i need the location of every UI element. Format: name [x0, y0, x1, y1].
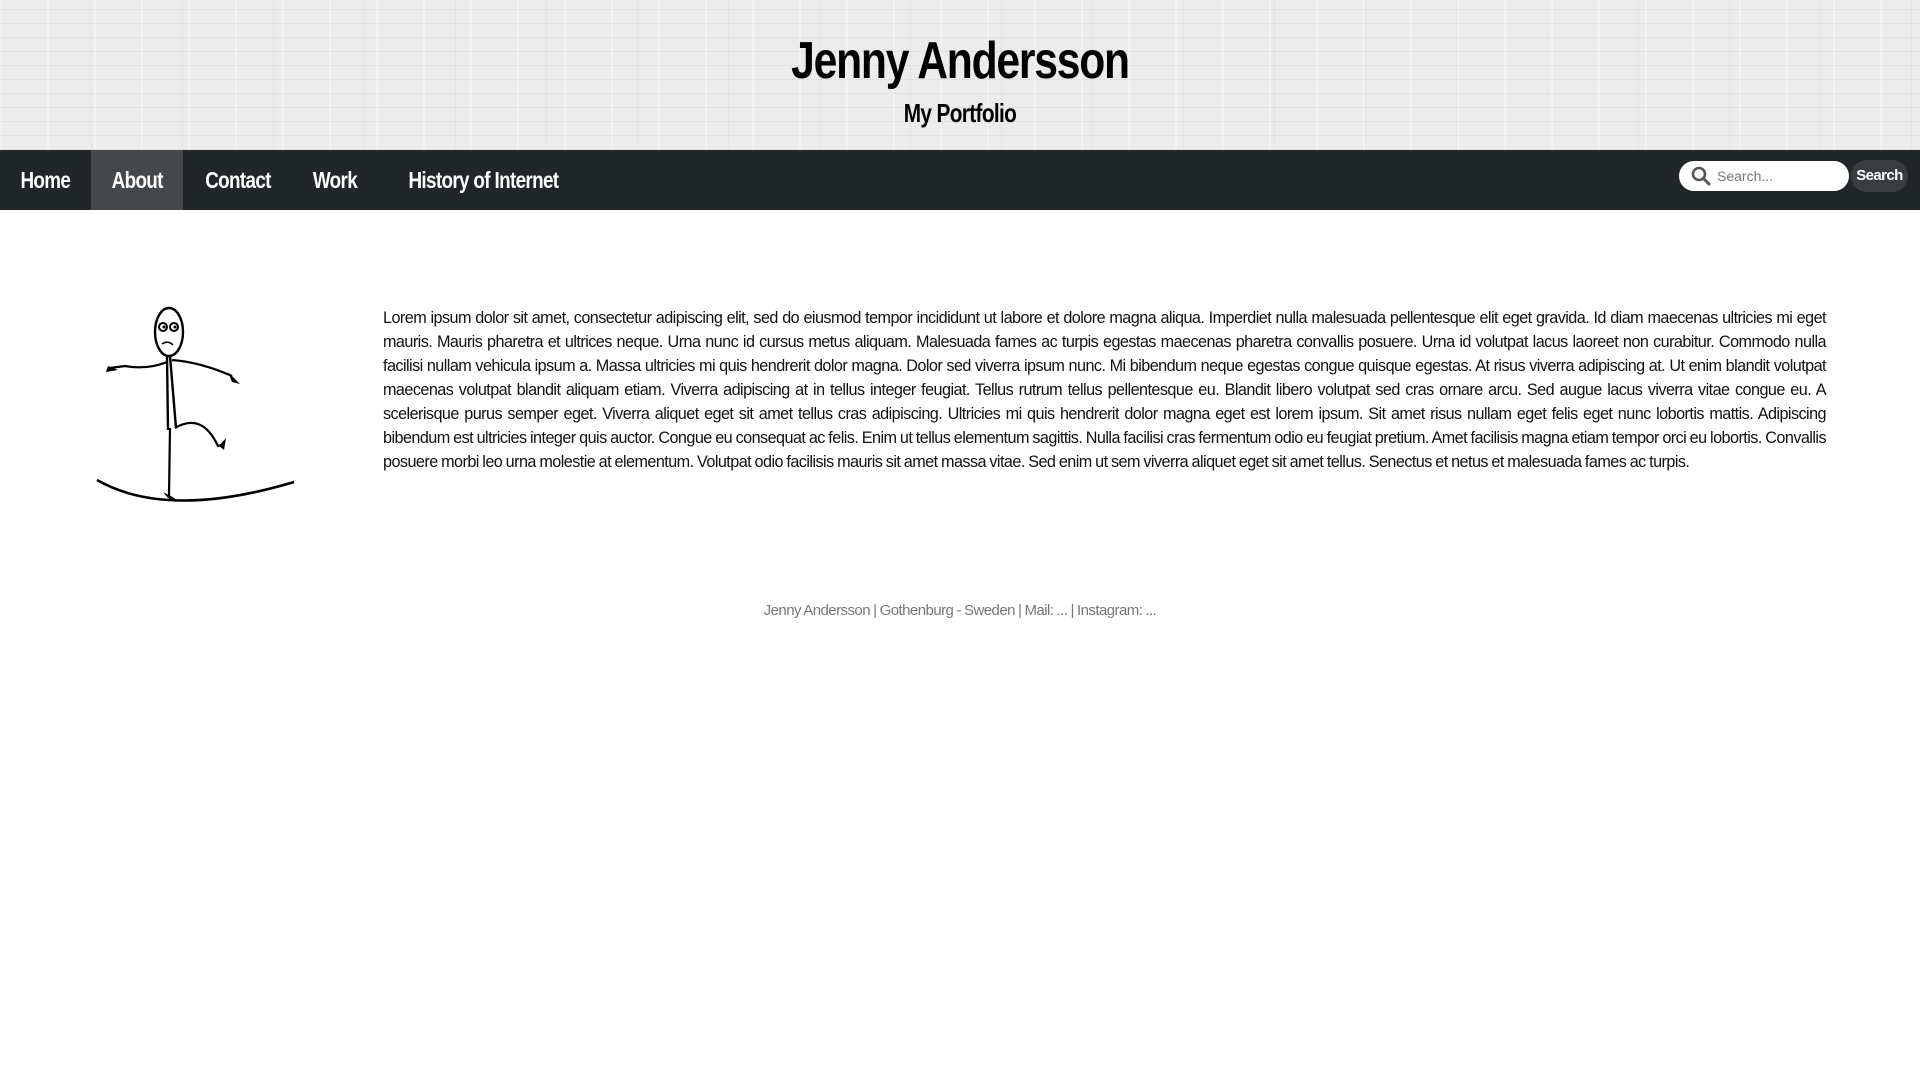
nav-item-work[interactable]: Work — [293, 150, 377, 210]
search-box — [1679, 160, 1849, 191]
nav-item-label: Work — [312, 166, 358, 193]
nav-item-label: History of Internet — [408, 166, 559, 193]
search-icon — [1691, 166, 1711, 185]
nav-menu: Home About Contact Work History of Inter… — [0, 150, 590, 210]
footer-text: Jenny Andersson | Gothenburg - Sweden | … — [763, 602, 1157, 619]
nav-item-contact[interactable]: Contact — [183, 150, 293, 210]
main-navbar: Home About Contact Work History of Inter… — [0, 150, 1920, 210]
nav-item-about[interactable]: About — [90, 150, 184, 210]
site-subtitle: My Portfolio — [903, 98, 1017, 128]
site-title: Jenny Andersson — [791, 32, 1130, 90]
nav-item-home[interactable]: Home — [0, 150, 91, 210]
search-form: Search — [1679, 159, 1908, 192]
search-input[interactable] — [1717, 163, 1839, 188]
nav-item-label: About — [111, 166, 163, 193]
nav-item-history-of-internet[interactable]: History of Internet — [377, 150, 590, 210]
site-header: Jenny Andersson My Portfolio — [0, 0, 1920, 150]
nav-item-label: Home — [20, 166, 71, 193]
nav-item-label: Contact — [205, 166, 271, 193]
search-button[interactable]: Search — [1851, 159, 1908, 192]
stickman-illustration — [96, 306, 295, 502]
about-paragraph: Lorem ipsum dolor sit amet, consectetur … — [383, 309, 1827, 471]
